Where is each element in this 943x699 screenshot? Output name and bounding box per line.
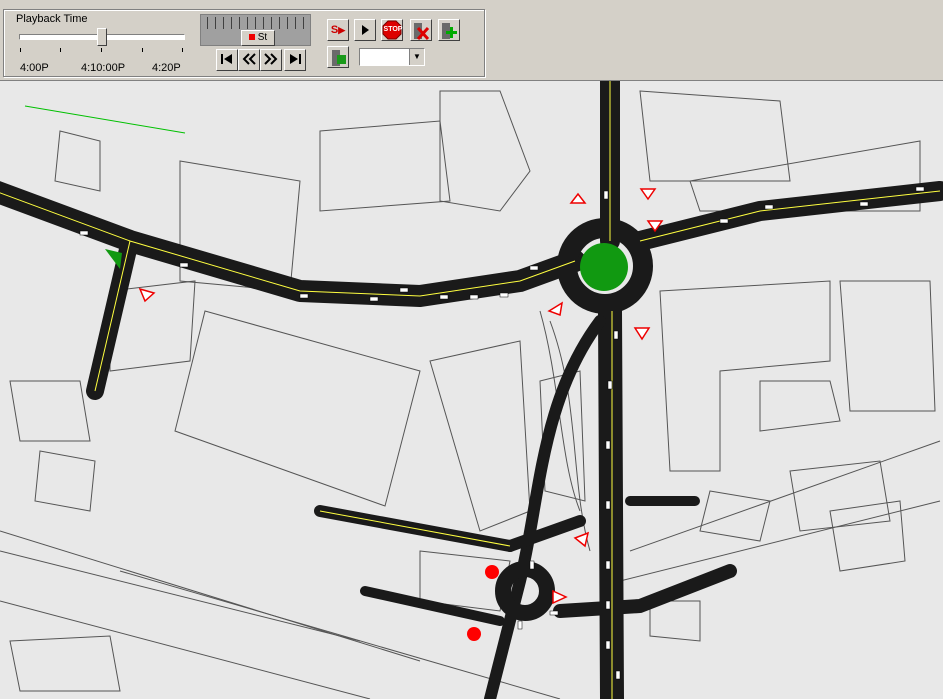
film-settings-icon <box>332 50 346 66</box>
traffic-map-view[interactable] <box>0 81 943 699</box>
rewind-icon <box>242 53 256 65</box>
time-tick <box>142 48 143 52</box>
delete-film-icon <box>414 23 430 40</box>
step-arrow-icon: ▶ <box>338 25 346 35</box>
time-label-start: 4:00P <box>20 62 49 74</box>
chevron-down-icon[interactable]: ▼ <box>409 49 424 65</box>
skip-to-start-icon <box>221 54 232 64</box>
lane-markings <box>0 81 941 699</box>
rewind-button[interactable] <box>238 49 260 71</box>
play-icon <box>362 25 369 35</box>
yield-signs <box>138 188 664 605</box>
time-label-end: 4:20P <box>152 62 181 74</box>
time-tick <box>20 48 21 52</box>
time-label-mid: 4:10:00P <box>81 62 126 74</box>
speed-indicator-icon <box>248 34 255 41</box>
first-frame-button[interactable] <box>216 49 238 71</box>
fast-forward-button[interactable] <box>260 49 282 71</box>
roundabout-island <box>580 243 628 291</box>
speed-knob-label: St <box>257 32 268 43</box>
slider-thumb[interactable] <box>97 28 107 46</box>
toolbar: Playback Time 4:00P 4:10:00P 4:20P St S▶ <box>0 0 943 81</box>
play-button[interactable] <box>354 19 376 41</box>
signal-marker <box>467 627 481 641</box>
speed-scale <box>207 17 304 29</box>
road-network <box>0 81 943 699</box>
signal-marker <box>485 565 499 579</box>
building-footprints <box>0 90 941 699</box>
add-recording-button[interactable] <box>438 19 460 41</box>
stop-label: STOP <box>383 26 403 33</box>
playback-time-slider[interactable] <box>17 26 185 50</box>
step-button[interactable]: S▶ <box>327 19 349 41</box>
playback-time-label: Playback Time <box>14 13 90 25</box>
stop-button[interactable]: STOP <box>381 19 403 41</box>
time-tick <box>182 48 183 52</box>
delete-recording-button[interactable] <box>410 19 432 41</box>
add-film-icon <box>442 23 457 39</box>
time-tick <box>60 48 61 52</box>
last-frame-button[interactable] <box>284 49 306 71</box>
view-select[interactable]: ▼ <box>359 48 425 66</box>
boundary-line <box>24 105 186 134</box>
network-map-canvas[interactable] <box>0 81 943 699</box>
time-tick <box>101 48 102 52</box>
speed-knob[interactable]: St <box>241 30 275 46</box>
playback-speed-slider[interactable]: St <box>200 14 311 46</box>
record-settings-button[interactable] <box>327 46 349 68</box>
fast-forward-icon <box>264 53 278 65</box>
skip-to-end-icon <box>290 54 301 64</box>
